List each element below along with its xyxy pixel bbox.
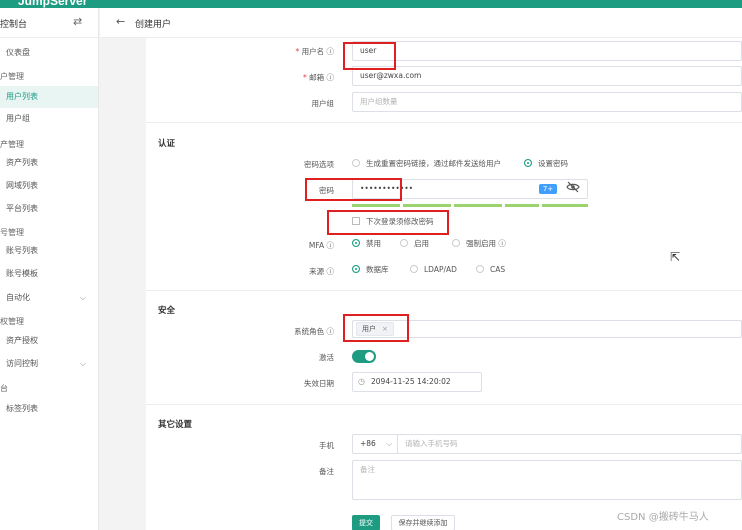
eye-off-icon[interactable] — [566, 180, 580, 194]
sidebar: 控制台 ⇄ 仪表盘 户管理 用户列表 用户组 产管理 资产列表 网域列表 平台列… — [0, 8, 99, 530]
sidebar-item-asset-permissions[interactable]: 资产授权 — [0, 330, 98, 352]
sidebar-item-access-control[interactable]: 访问控制 ⌵ — [0, 353, 98, 375]
sidebar-item-label-list[interactable]: 标签列表 — [0, 398, 98, 420]
must-change-checkbox[interactable] — [352, 217, 360, 225]
section-title-security: 安全 — [158, 306, 176, 316]
radio-dot — [476, 265, 484, 273]
chevron-down-icon: ⌵ — [386, 439, 392, 448]
section-title-other: 其它设置 — [158, 420, 193, 430]
radio-dot — [452, 239, 460, 247]
sidebar-item-asset-list[interactable]: 资产列表 — [0, 152, 98, 174]
sidebar-item-domain-list[interactable]: 网域列表 — [0, 175, 98, 197]
watermark: CSDN @搬砖牛马人 — [617, 512, 709, 523]
password-strength-bar — [352, 204, 400, 207]
page-title: 创建用户 — [135, 20, 172, 30]
radio-dot — [410, 265, 418, 273]
sidebar-title: 控制台 — [0, 20, 28, 30]
chevron-down-icon: ⌵ — [79, 293, 86, 302]
password-strength-bar — [542, 204, 588, 207]
remark-label: 备注 — [319, 467, 334, 476]
save-continue-button[interactable]: 保存并继续添加 — [391, 515, 455, 530]
clock-icon: ◷ — [358, 377, 365, 386]
password-strength-bar — [505, 204, 539, 207]
phone-input[interactable]: 请输入手机号码 — [397, 434, 742, 454]
password-option-label: 密码选项 — [304, 160, 334, 169]
source-label: 来源 ⓘ — [309, 267, 334, 276]
password-strength-bar — [403, 204, 451, 207]
sidebar-item-label: 自动化 — [6, 293, 30, 302]
switch-view-icon[interactable]: ⇄ — [73, 15, 82, 28]
radio-dot — [524, 159, 532, 167]
radio-source-cas[interactable]: CAS — [476, 264, 505, 276]
expire-date-label: 失效日期 — [304, 379, 334, 388]
mouse-pointer-icon: ⇱ — [670, 250, 681, 264]
password-strength-bar — [454, 204, 502, 207]
radio-dot — [352, 265, 360, 273]
top-bar: JumpServer — [0, 0, 742, 8]
toggle-knob — [365, 352, 374, 361]
email-input[interactable]: user@zwxa.com — [352, 66, 742, 86]
user-group-label: 用户组 — [311, 99, 335, 108]
sidebar-item-dashboard[interactable]: 仪表盘 — [0, 42, 98, 64]
sidebar-group-users: 户管理 — [0, 72, 24, 81]
divider — [146, 290, 742, 291]
divider — [146, 122, 742, 123]
sidebar-item-account-list[interactable]: 账号列表 — [0, 240, 98, 262]
chevron-down-icon: ⌵ — [79, 359, 86, 368]
sidebar-item-user-groups[interactable]: 用户组 — [0, 108, 98, 130]
country-code-select[interactable]: +86 ⌵ — [352, 434, 398, 454]
active-label: 激活 — [319, 353, 334, 362]
radio-source-database[interactable]: 数据库 — [352, 264, 389, 276]
sidebar-item-label: 访问控制 — [6, 359, 38, 368]
info-icon: ⓘ — [498, 239, 506, 248]
sidebar-group-platform: 台 — [0, 384, 8, 393]
password-label: 密码 — [319, 186, 334, 195]
mfa-label: MFA ⓘ — [308, 241, 334, 250]
active-toggle[interactable] — [352, 350, 376, 363]
radio-set-password[interactable]: 设置密码 — [524, 158, 568, 170]
page-header: ← 创建用户 — [100, 8, 742, 38]
system-role-label: 系统角色 ⓘ — [294, 327, 334, 336]
username-input[interactable]: user — [352, 41, 742, 61]
system-role-select[interactable] — [352, 320, 742, 338]
submit-button[interactable]: 提交 — [352, 515, 380, 530]
expire-date-input[interactable]: 2094-11-25 14:20:02 — [352, 372, 482, 392]
username-label: * 用户名 ⓘ — [295, 47, 334, 56]
password-strength-badge: 7+ — [539, 184, 557, 194]
sidebar-item-automation[interactable]: 自动化 ⌵ — [0, 287, 98, 309]
radio-mfa-forced[interactable]: 强制启用 ⓘ — [452, 238, 506, 250]
radio-source-ldap[interactable]: LDAP/AD — [410, 264, 457, 276]
close-icon[interactable]: × — [382, 325, 388, 333]
email-label: * 邮箱 ⓘ — [302, 73, 334, 82]
radio-dot — [400, 239, 408, 247]
sidebar-header: 控制台 ⇄ — [0, 8, 98, 38]
radio-dot — [352, 159, 360, 167]
remark-textarea[interactable]: 备注 — [352, 460, 742, 500]
must-change-label: 下次登录须修改密码 — [366, 217, 434, 226]
phone-label: 手机 — [319, 441, 334, 450]
divider — [146, 404, 742, 405]
role-tag: 用户 × — [356, 322, 394, 336]
radio-dot — [352, 239, 360, 247]
sidebar-item-account-templates[interactable]: 账号模板 — [0, 263, 98, 285]
sidebar-item-user-list[interactable]: 用户列表 — [0, 86, 98, 108]
app-logo: JumpServer — [18, 0, 88, 8]
radio-mfa-disabled[interactable]: 禁用 — [352, 238, 381, 250]
section-title-auth: 认证 — [158, 139, 176, 149]
create-user-form: * 用户名 ⓘ user * 邮箱 ⓘ user@zwxa.com 用户组 用户… — [146, 38, 742, 530]
radio-email-reset-link[interactable]: 生成重置密码链接，通过邮件发送给用户 — [352, 158, 501, 170]
sidebar-item-platform-list[interactable]: 平台列表 — [0, 198, 98, 220]
user-group-select[interactable]: 用户组数量 — [352, 92, 742, 112]
radio-mfa-enabled[interactable]: 启用 — [400, 238, 429, 250]
back-arrow-icon[interactable]: ← — [116, 15, 125, 28]
